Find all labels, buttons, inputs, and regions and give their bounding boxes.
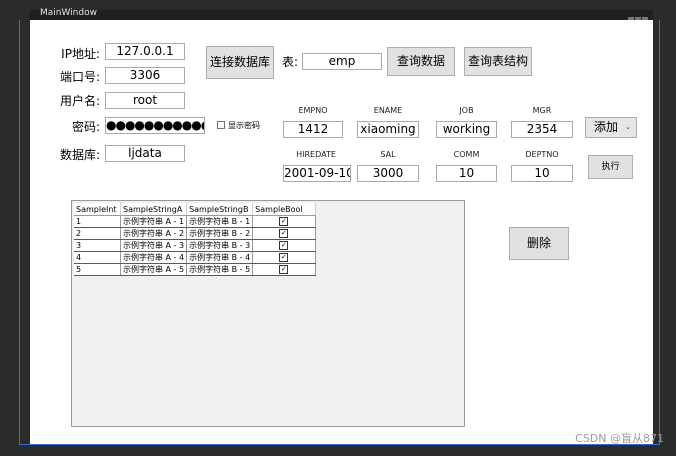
show-password-label: 显示密码 bbox=[228, 121, 260, 130]
table-row[interactable]: 5 示例字符串 A - 5 示例字符串 B - 5 ✓ bbox=[74, 263, 316, 276]
table-row[interactable]: 3 示例字符串 A - 3 示例字符串 B - 3 ✓ bbox=[74, 239, 316, 252]
port-label: 端口号: bbox=[59, 70, 100, 84]
cell-string-a[interactable]: 示例字符串 A - 1 bbox=[120, 215, 188, 228]
cell-int[interactable]: 1 bbox=[74, 215, 121, 228]
cell-bool[interactable]: ✓ bbox=[252, 227, 316, 240]
query-structure-button[interactable]: 查询表结构 bbox=[464, 47, 532, 76]
cell-string-b[interactable]: 示例字符串 B - 4 bbox=[186, 251, 254, 264]
column-label-ename: ENAME bbox=[373, 106, 403, 115]
table-header-row: SampleInt SampleStringA SampleStringB Sa… bbox=[74, 203, 316, 216]
action-select[interactable]: 添加 ⌄ bbox=[585, 117, 637, 138]
table-label: 表: bbox=[282, 55, 299, 69]
connect-database-button[interactable]: 连接数据库 bbox=[206, 46, 274, 79]
column-header-samplebool[interactable]: SampleBool bbox=[252, 203, 316, 216]
cell-int[interactable]: 5 bbox=[74, 263, 121, 276]
column-header-sampleint[interactable]: SampleInt bbox=[74, 203, 121, 216]
window-title: MainWindow bbox=[40, 8, 97, 18]
design-guide-bottom bbox=[19, 444, 660, 445]
query-data-button[interactable]: 查询数据 bbox=[387, 47, 455, 76]
checkbox[interactable]: ✓ bbox=[279, 265, 289, 274]
checkbox[interactable]: ✓ bbox=[279, 217, 289, 226]
password-label: 密码: bbox=[71, 120, 100, 134]
empno-field[interactable]: 1412 bbox=[283, 121, 343, 138]
design-guide-right bbox=[659, 20, 660, 445]
data-table: SampleInt SampleStringA SampleStringB Sa… bbox=[74, 203, 316, 276]
comm-field[interactable]: 10 bbox=[436, 165, 497, 182]
table-row[interactable]: 2 示例字符串 A - 2 示例字符串 B - 2 ✓ bbox=[74, 227, 316, 240]
column-header-samplestringa[interactable]: SampleStringA bbox=[120, 203, 188, 216]
show-password-checkbox[interactable] bbox=[217, 121, 225, 129]
sal-field[interactable]: 3000 bbox=[357, 165, 419, 182]
user-label: 用户名: bbox=[59, 94, 100, 108]
title-bar: MainWindow bbox=[30, 8, 653, 23]
password-field[interactable]: ●●●●●●●●●●● bbox=[105, 117, 205, 134]
cell-string-a[interactable]: 示例字符串 A - 2 bbox=[120, 227, 188, 240]
checkbox[interactable]: ✓ bbox=[279, 253, 289, 262]
column-label-comm: COMM bbox=[453, 150, 480, 159]
ename-field[interactable]: xiaoming bbox=[357, 121, 419, 138]
deptno-field[interactable]: 10 bbox=[511, 165, 573, 182]
cell-bool[interactable]: ✓ bbox=[252, 239, 316, 252]
column-label-job: JOB bbox=[459, 106, 474, 115]
ip-field[interactable]: 127.0.0.1 bbox=[105, 43, 185, 60]
hiredate-field[interactable]: 2001-09-10 bbox=[283, 165, 351, 182]
column-label-empno: EMPNO bbox=[298, 106, 328, 115]
table-field[interactable]: emp bbox=[302, 53, 382, 70]
watermark: CSDN @盲从871 bbox=[575, 432, 664, 445]
cell-string-b[interactable]: 示例字符串 B - 2 bbox=[186, 227, 254, 240]
checkbox[interactable]: ✓ bbox=[279, 229, 289, 238]
column-label-hiredate: HIREDATE bbox=[296, 150, 336, 159]
column-label-mgr: MGR bbox=[532, 106, 552, 115]
table-row[interactable]: 4 示例字符串 A - 4 示例字符串 B - 4 ✓ bbox=[74, 251, 316, 264]
design-guide-left bbox=[19, 20, 20, 445]
window-controls[interactable] bbox=[627, 12, 649, 23]
mgr-field[interactable]: 2354 bbox=[511, 121, 573, 138]
cell-string-a[interactable]: 示例字符串 A - 3 bbox=[120, 239, 188, 252]
cell-bool[interactable]: ✓ bbox=[252, 215, 316, 228]
ip-label: IP地址: bbox=[61, 47, 100, 61]
execute-button[interactable]: 执行 bbox=[588, 155, 633, 179]
cell-int[interactable]: 3 bbox=[74, 239, 121, 252]
column-header-samplestringb[interactable]: SampleStringB bbox=[186, 203, 254, 216]
column-label-deptno: DEPTNO bbox=[525, 150, 559, 159]
action-select-value: 添加 bbox=[594, 120, 619, 134]
cell-string-b[interactable]: 示例字符串 B - 3 bbox=[186, 239, 254, 252]
checkbox[interactable]: ✓ bbox=[279, 241, 289, 250]
delete-button[interactable]: 删除 bbox=[509, 227, 569, 260]
cell-bool[interactable]: ✓ bbox=[252, 251, 316, 264]
cell-string-b[interactable]: 示例字符串 B - 5 bbox=[186, 263, 254, 276]
database-label: 数据库: bbox=[59, 148, 100, 162]
data-grid[interactable]: SampleInt SampleStringA SampleStringB Sa… bbox=[71, 200, 465, 427]
cell-int[interactable]: 4 bbox=[74, 251, 121, 264]
cell-bool[interactable]: ✓ bbox=[252, 263, 316, 276]
job-field[interactable]: working bbox=[436, 121, 497, 138]
cell-string-b[interactable]: 示例字符串 B - 1 bbox=[186, 215, 254, 228]
user-field[interactable]: root bbox=[105, 92, 185, 109]
cell-string-a[interactable]: 示例字符串 A - 5 bbox=[120, 263, 188, 276]
column-label-sal: SAL bbox=[380, 150, 396, 159]
table-row[interactable]: 1 示例字符串 A - 1 示例字符串 B - 1 ✓ bbox=[74, 215, 316, 228]
cell-int[interactable]: 2 bbox=[74, 227, 121, 240]
database-field[interactable]: ljdata bbox=[105, 145, 185, 162]
cell-string-a[interactable]: 示例字符串 A - 4 bbox=[120, 251, 188, 264]
chevron-down-icon: ⌄ bbox=[625, 123, 631, 131]
port-field[interactable]: 3306 bbox=[105, 67, 185, 84]
